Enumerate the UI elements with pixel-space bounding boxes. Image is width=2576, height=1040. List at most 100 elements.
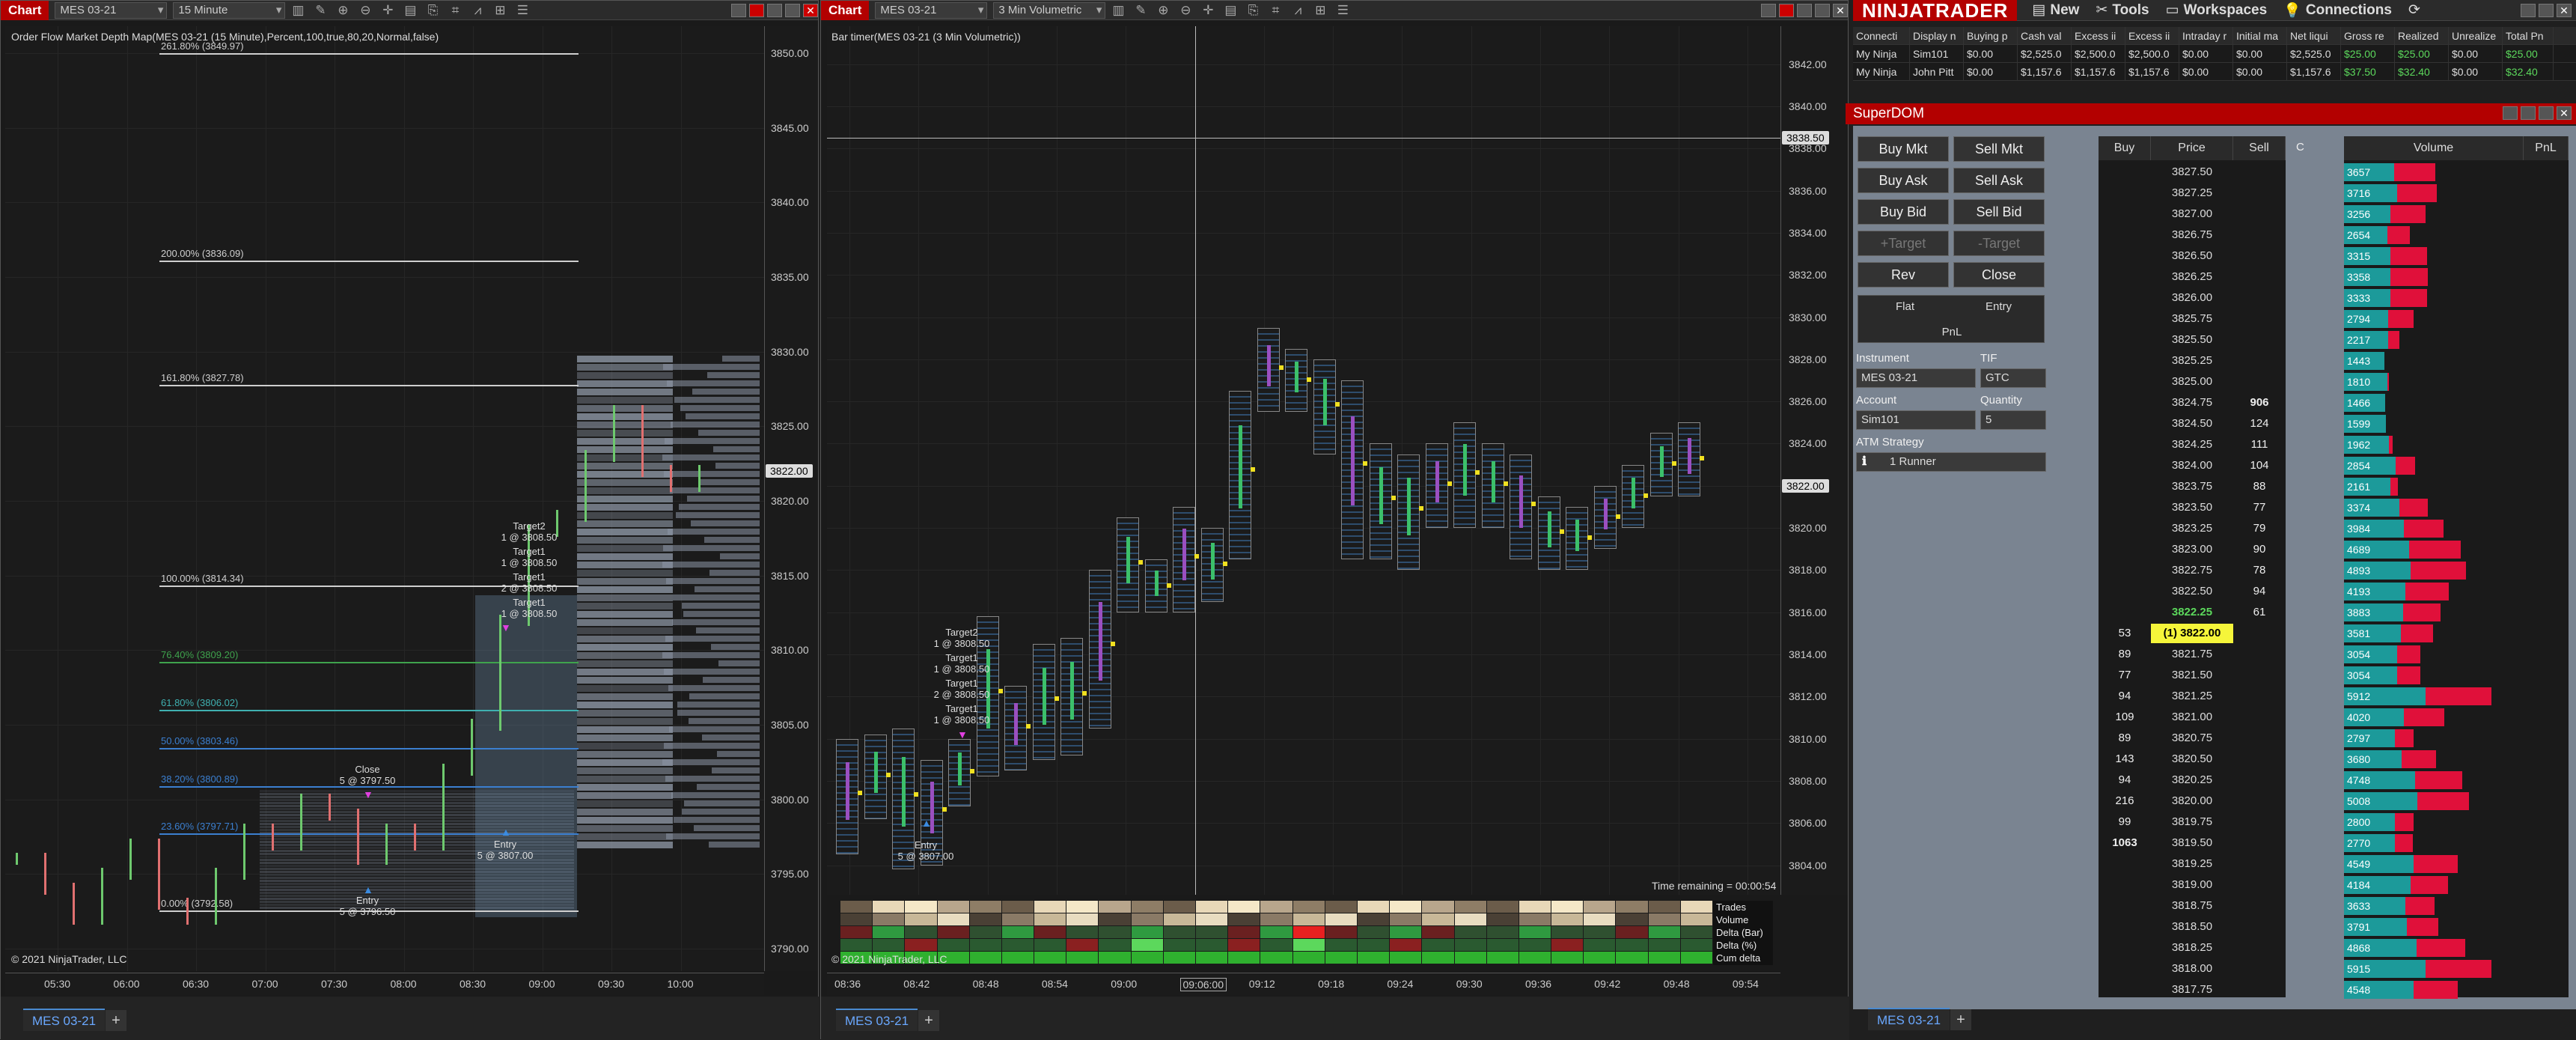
buy-cell[interactable] [2099, 246, 2151, 267]
right-instrument-tab[interactable]: MES 03-21 [836, 1009, 918, 1031]
ladder-row[interactable]: 3823.75 88 2161 [2099, 476, 2569, 497]
price-cell[interactable]: 3827.50 [2151, 162, 2233, 182]
left-price-panel[interactable]: 261.80% (3849.97) 200.00% (3836.09) 161.80… [5, 26, 764, 971]
sell-cell[interactable] [2233, 812, 2286, 833]
cc-close-icon[interactable]: ✕ [2557, 3, 2572, 17]
ladder-row[interactable]: 3823.25 79 3984 [2099, 518, 2569, 539]
left-time-axis[interactable]: 05:30 06:00 06:30 07:00 07:30 08:00 08:30 09:00… [5, 973, 764, 995]
buy-cell[interactable] [2099, 602, 2151, 623]
ladder-row[interactable]: 3826.50 3315 [2099, 246, 2569, 267]
buy-cell[interactable]: 89 [2099, 728, 2151, 749]
sell-cell[interactable] [2233, 665, 2286, 686]
properties-icon[interactable]: ▤ [1221, 2, 1240, 19]
right-maximize-button[interactable] [1815, 3, 1830, 17]
ladder-row[interactable]: 3827.00 3256 [2099, 204, 2569, 225]
buy-cell[interactable] [2099, 434, 2151, 455]
buy-cell[interactable]: 94 [2099, 770, 2151, 791]
menu-new[interactable]: New [2050, 2, 2079, 19]
right-minimize-button[interactable] [1797, 3, 1812, 17]
price-cell[interactable]: 3823.00 [2151, 540, 2233, 559]
price-cell[interactable]: 3819.00 [2151, 875, 2233, 895]
buy-cell[interactable]: 53 [2099, 623, 2151, 644]
left-close-icon[interactable]: ✕ [803, 3, 818, 17]
price-cell[interactable]: 3820.50 [2151, 749, 2233, 769]
sell-cell[interactable] [2233, 895, 2286, 916]
price-cell[interactable]: 3825.75 [2151, 309, 2233, 329]
left-minimize-button[interactable] [767, 3, 782, 17]
ladder-row[interactable]: 3825.00 1810 [2099, 371, 2569, 392]
snapshot-icon[interactable]: ⎘ [423, 2, 442, 19]
sell-cell[interactable] [2233, 246, 2286, 267]
buy-cell[interactable] [2099, 497, 2151, 518]
ladder-row[interactable]: 3824.25 111 1962 [2099, 434, 2569, 455]
price-cell[interactable]: 3826.00 [2151, 288, 2233, 308]
sell-cell[interactable]: 77 [2233, 497, 2286, 518]
drawing-tools-icon[interactable]: ⌗ [445, 2, 465, 19]
list-icon[interactable]: ☰ [1333, 2, 1352, 19]
price-cell[interactable]: 3821.25 [2151, 687, 2233, 706]
price-cell[interactable]: 3827.25 [2151, 183, 2233, 203]
zoom-out-icon[interactable]: ⊖ [1176, 2, 1195, 19]
price-cell[interactable]: 3825.00 [2151, 372, 2233, 392]
price-cell[interactable]: 3825.50 [2151, 330, 2233, 350]
ladder-row[interactable]: 216 3820.00 5008 [2099, 791, 2569, 812]
right-price-panel[interactable]: Target2 1 @ 3808.50 Target1 1 @ 3808.50 Targ… [827, 26, 1780, 895]
right-close-icon[interactable]: ✕ [1833, 3, 1848, 17]
sell-cell[interactable] [2233, 686, 2286, 707]
sell-cell[interactable] [2233, 979, 2286, 1000]
sell-cell[interactable]: 88 [2233, 476, 2286, 497]
left-instrument-tab[interactable]: MES 03-21 [23, 1009, 106, 1031]
buy-cell[interactable] [2099, 581, 2151, 602]
ladder-row[interactable]: 3818.50 3791 [2099, 916, 2569, 937]
ladder-row[interactable]: 77 3821.50 3054 [2099, 665, 2569, 686]
ladder-row[interactable]: 94 3821.25 5912 [2099, 686, 2569, 707]
menu-connections[interactable]: Connections [2306, 2, 2392, 19]
right-time-axis[interactable]: 08:36 08:42 08:48 08:54 09:00 09:06:00 09:12 09… [827, 973, 1780, 995]
ladder-row[interactable]: 143 3820.50 3680 [2099, 749, 2569, 770]
price-cell[interactable]: 3819.25 [2151, 854, 2233, 874]
sell-cell[interactable] [2233, 707, 2286, 728]
price-cell[interactable]: 3818.75 [2151, 896, 2233, 916]
buy-cell[interactable]: 109 [2099, 707, 2151, 728]
sd-minimize-button[interactable] [2503, 106, 2518, 120]
bar-chart-icon[interactable]: ▥ [1108, 2, 1128, 19]
buy-cell[interactable]: 216 [2099, 791, 2151, 812]
price-cell[interactable]: 3818.00 [2151, 959, 2233, 979]
sell-cell[interactable] [2233, 288, 2286, 308]
left-link-button[interactable] [749, 3, 764, 17]
menu-workspaces[interactable]: Workspaces [2184, 2, 2268, 19]
properties-icon[interactable]: ▤ [400, 2, 420, 19]
sell-cell[interactable] [2233, 183, 2286, 204]
left-price-axis[interactable]: 3850.00 3845.00 3840.00 3835.00 3830.00 3825.… [764, 26, 818, 971]
buy-cell[interactable] [2099, 162, 2151, 183]
buy-cell[interactable] [2099, 225, 2151, 246]
sell-cell[interactable] [2233, 225, 2286, 246]
ladder-row[interactable]: 89 3821.75 3054 [2099, 644, 2569, 665]
ladder-row[interactable]: 3819.00 4184 [2099, 875, 2569, 895]
right-restore-button[interactable] [1761, 3, 1776, 17]
ladder-row[interactable]: 3825.50 2217 [2099, 329, 2569, 350]
buy-cell[interactable] [2099, 350, 2151, 371]
price-cell[interactable]: 3818.25 [2151, 938, 2233, 958]
price-cell[interactable]: 3819.75 [2151, 812, 2233, 832]
list-icon[interactable]: ☰ [513, 2, 532, 19]
right-link-button[interactable] [1779, 3, 1794, 17]
sd-restore-button[interactable] [2521, 106, 2536, 120]
ladder-rows[interactable]: 3827.50 3657 3827.25 3716 3827.00 3256 3826.75… [1853, 126, 2576, 1009]
sell-cell[interactable]: 78 [2233, 560, 2286, 581]
ladder-row[interactable]: 3824.00 104 2854 [2099, 455, 2569, 476]
sd-close-icon[interactable]: ✕ [2557, 106, 2572, 120]
sell-cell[interactable] [2233, 162, 2286, 183]
buy-cell[interactable] [2099, 455, 2151, 476]
ladder-row[interactable]: 3827.25 3716 [2099, 183, 2569, 204]
ladder-row[interactable]: 3824.75 906 1466 [2099, 392, 2569, 413]
buy-cell[interactable] [2099, 183, 2151, 204]
sell-cell[interactable] [2233, 937, 2286, 958]
bar-chart-icon[interactable]: ▥ [288, 2, 308, 19]
price-cell[interactable]: 3821.75 [2151, 645, 2233, 664]
indicator-icon[interactable]: ⩘ [468, 2, 487, 19]
zoom-in-icon[interactable]: ⊕ [1153, 2, 1173, 19]
ladder-row[interactable]: 3823.00 90 4689 [2099, 539, 2569, 560]
snapshot-icon[interactable]: ⎘ [1243, 2, 1263, 19]
buy-cell[interactable] [2099, 267, 2151, 288]
